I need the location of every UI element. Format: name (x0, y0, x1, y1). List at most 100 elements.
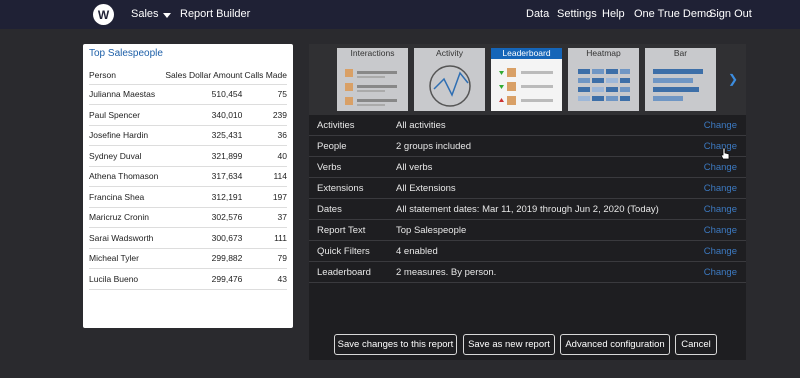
setting-value: All activities (396, 120, 446, 131)
column-header-person[interactable]: Person (89, 67, 162, 85)
person-name: Sydney Duval (89, 145, 162, 167)
report-type-carousel: Interactions Activity Leaderboard Heatma… (309, 44, 746, 115)
advanced-configuration-button[interactable]: Advanced configuration (560, 334, 670, 355)
chevron-right-icon[interactable]: ❯ (728, 72, 738, 86)
change-link[interactable]: Change (704, 246, 737, 257)
calls-made: 37 (242, 207, 287, 228)
app-logo[interactable]: W (93, 4, 114, 25)
table-row: Athena Thomason 317,634 114 (89, 166, 287, 187)
person-name: Micheal Tyler (89, 248, 162, 269)
calls-made: 75 (242, 84, 287, 105)
change-link[interactable]: Change (704, 120, 737, 131)
sales-amount: 510,454 (161, 84, 243, 105)
cancel-button[interactable]: Cancel (675, 334, 717, 355)
nav-sign-out[interactable]: Sign Out (709, 8, 752, 20)
setting-value: All verbs (396, 162, 433, 173)
sales-amount: 299,882 (161, 248, 243, 269)
leaderboard-table: Person Sales Dollar Amount Calls Made Ju… (89, 67, 287, 290)
thumb-label: Heatmap (586, 48, 621, 58)
table-row: Sarai Wadsworth 300,673 111 (89, 227, 287, 249)
person-name: Lucila Bueno (89, 268, 162, 290)
calls-made: 79 (242, 248, 287, 269)
sales-amount: 340,010 (161, 104, 243, 126)
nav-settings[interactable]: Settings (557, 8, 597, 20)
thumb-label: Interactions (350, 48, 395, 58)
save-as-new-button[interactable]: Save as new report (463, 334, 555, 355)
person-name: Sarai Wadsworth (89, 227, 162, 249)
thumb-label: Bar (673, 48, 688, 58)
sales-amount: 317,634 (161, 166, 243, 187)
calls-made: 197 (242, 186, 287, 208)
setting-row-leaderboard: Leaderboard 2 measures. By person. Chang… (309, 262, 746, 283)
heatmap-preview-icon (578, 69, 630, 101)
table-header: Person Sales Dollar Amount Calls Made (89, 67, 287, 85)
setting-row-report-text: Report Text Top Salespeople Change (309, 220, 746, 241)
activity-preview-icon (429, 65, 471, 107)
setting-label: Leaderboard (317, 267, 371, 278)
report-type-bar[interactable]: Bar (645, 48, 716, 111)
leaderboard-preview-icon (499, 68, 553, 105)
setting-value: 2 groups included (396, 141, 471, 152)
person-name: Athena Thomason (89, 166, 162, 187)
calls-made: 40 (242, 145, 287, 167)
save-changes-button[interactable]: Save changes to this report (334, 334, 457, 355)
report-type-interactions[interactable]: Interactions (337, 48, 408, 111)
table-row: Sydney Duval 321,899 40 (89, 145, 287, 167)
sales-amount: 302,576 (161, 207, 243, 228)
sales-amount: 312,191 (161, 186, 243, 208)
hand-cursor-icon (720, 147, 730, 160)
nav-data[interactable]: Data (526, 8, 549, 20)
nav-help[interactable]: Help (602, 8, 625, 20)
setting-value: 4 enabled (396, 246, 438, 257)
setting-row-quick-filters: Quick Filters 4 enabled Change (309, 241, 746, 262)
setting-row-people: People 2 groups included Change (309, 136, 746, 157)
sales-amount: 300,673 (161, 227, 243, 249)
report-type-activity[interactable]: Activity (414, 48, 485, 111)
change-link[interactable]: Change (704, 267, 737, 278)
person-name: Maricruz Cronin (89, 207, 162, 228)
person-name: Francina Shea (89, 186, 162, 208)
table-row: Josefine Hardin 325,431 36 (89, 125, 287, 146)
change-link[interactable]: Change (704, 183, 737, 194)
table-row: Julianna Maestas 510,454 75 (89, 84, 287, 105)
nav-one-true-demo[interactable]: One True Demo (634, 8, 712, 20)
report-config-panel: Interactions Activity Leaderboard Heatma… (309, 44, 746, 360)
chevron-down-icon[interactable] (163, 13, 171, 18)
top-nav-bar: W Sales Report Builder Data Settings Hel… (0, 0, 800, 29)
bar-preview-icon (653, 69, 703, 101)
setting-row-extensions: Extensions All Extensions Change (309, 178, 746, 199)
setting-label: Verbs (317, 162, 342, 173)
change-link[interactable]: Change (704, 162, 737, 173)
setting-row-dates: Dates All statement dates: Mar 11, 2019 … (309, 199, 746, 220)
thumb-label: Leaderboard (491, 48, 562, 59)
table-row: Paul Spencer 340,010 239 (89, 104, 287, 126)
report-builder-link[interactable]: Report Builder (180, 8, 250, 20)
sales-amount: 299,476 (161, 268, 243, 290)
setting-value: All statement dates: Mar 11, 2019 throug… (396, 204, 659, 215)
change-link[interactable]: Change (704, 225, 737, 236)
setting-label: Dates (317, 204, 342, 215)
person-name: Josefine Hardin (89, 125, 162, 146)
column-header-calls[interactable]: Calls Made (242, 67, 287, 85)
change-link[interactable]: Change (704, 204, 737, 215)
setting-label: Report Text (317, 225, 366, 236)
table-row: Francina Shea 312,191 197 (89, 186, 287, 208)
thumb-label: Activity (436, 48, 463, 58)
interactions-preview-icon (345, 69, 397, 106)
calls-made: 36 (242, 125, 287, 146)
column-header-sales[interactable]: Sales Dollar Amount (161, 67, 243, 85)
sales-amount: 325,431 (161, 125, 243, 146)
calls-made: 43 (242, 268, 287, 290)
setting-label: Quick Filters (317, 246, 370, 257)
table-row: Maricruz Cronin 302,576 37 (89, 207, 287, 228)
app-switcher-label[interactable]: Sales (131, 8, 159, 20)
setting-row-verbs: Verbs All verbs Change (309, 157, 746, 178)
report-type-heatmap[interactable]: Heatmap (568, 48, 639, 111)
setting-label: Activities (317, 120, 355, 131)
setting-value: Top Salespeople (396, 225, 467, 236)
setting-label: Extensions (317, 183, 364, 194)
table-row: Micheal Tyler 299,882 79 (89, 248, 287, 269)
report-type-leaderboard[interactable]: Leaderboard (491, 48, 562, 111)
report-title: Top Salespeople (89, 48, 163, 59)
sales-amount: 321,899 (161, 145, 243, 167)
